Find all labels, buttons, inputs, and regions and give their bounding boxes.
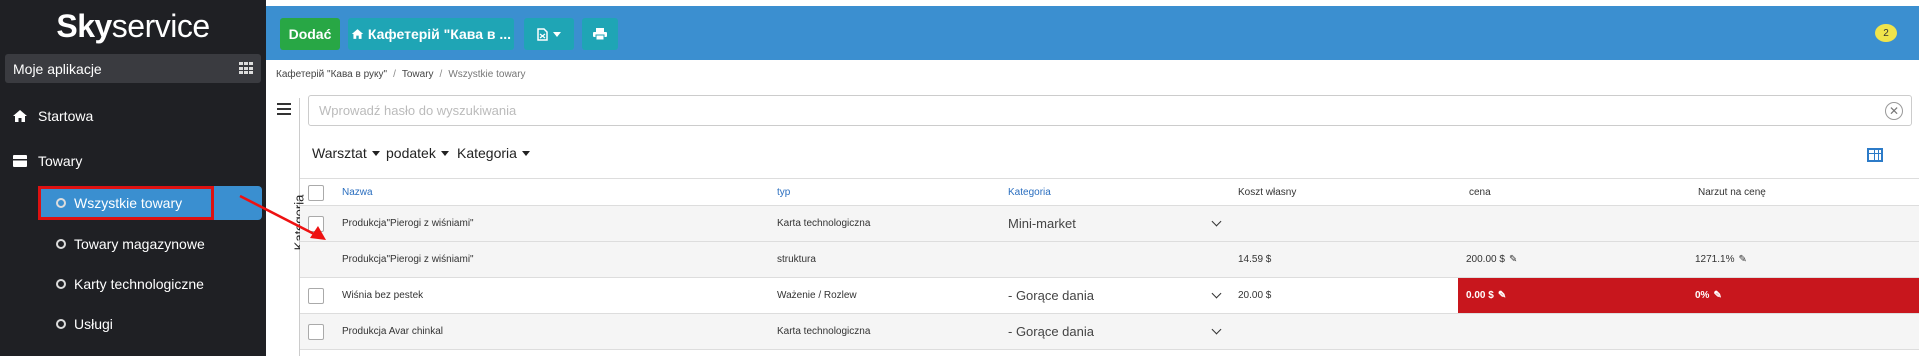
chevron-down-icon bbox=[1211, 288, 1222, 299]
file-export-icon bbox=[537, 27, 548, 41]
my-apps-button[interactable]: Moje aplikacje bbox=[5, 54, 261, 83]
table-row[interactable]: Wiśnia bez pestek Ważenie / Rozlew - Gor… bbox=[300, 278, 1919, 314]
chevron-down-icon bbox=[521, 150, 530, 156]
annotation-highlight-box bbox=[38, 186, 214, 220]
category-select[interactable]: - Gorące dania bbox=[1008, 314, 1094, 349]
sidebar-item-label: Towary bbox=[38, 153, 83, 169]
clear-icon[interactable]: ✕ bbox=[1885, 102, 1903, 120]
grid-icon bbox=[239, 62, 253, 75]
store-label: Кафетерій "Кава в ... bbox=[367, 26, 512, 42]
sidebar-subitem-uslugi[interactable]: Usługi bbox=[56, 316, 113, 332]
column-header-koszt[interactable]: Koszt własny bbox=[1238, 179, 1296, 205]
circle-icon bbox=[56, 239, 66, 249]
pencil-icon[interactable]: ✎ bbox=[1509, 254, 1517, 265]
breadcrumb-item[interactable]: Towary bbox=[402, 69, 434, 80]
table-row[interactable]: Produkcja"Pierogi z wiśniami" Karta tech… bbox=[300, 206, 1919, 242]
brand-logo[interactable]: Sky service bbox=[0, 0, 266, 52]
cell-name: Produkcja"Pierogi z wiśniami" bbox=[342, 254, 474, 265]
my-apps-label: Moje aplikacje bbox=[13, 60, 102, 77]
pencil-icon[interactable]: ✎ bbox=[1498, 290, 1506, 301]
cell-type: struktura bbox=[777, 254, 816, 265]
sidebar-subitem-label: Karty technologiczne bbox=[74, 276, 204, 292]
column-header-narzut[interactable]: Narzut na cenę bbox=[1698, 179, 1766, 205]
category-select[interactable]: Mini-market bbox=[1008, 206, 1076, 241]
breadcrumb-item[interactable]: Кафетерій "Кава в руку" bbox=[276, 69, 387, 80]
column-header-nazwa[interactable]: Nazwa bbox=[342, 179, 373, 205]
sidebar-subitem-label: Usługi bbox=[74, 316, 113, 332]
cell-price-alert[interactable]: 0.00 $ ✎ bbox=[1458, 278, 1687, 313]
filter-podatek[interactable]: podatek bbox=[386, 145, 449, 161]
breadcrumb-current: Wszystkie towary bbox=[448, 69, 526, 80]
cell-markup[interactable]: 1271.1% ✎ bbox=[1695, 242, 1747, 277]
cell-type: Karta technologiczna bbox=[777, 218, 871, 229]
column-header-kategoria[interactable]: Kategoria bbox=[1008, 179, 1051, 205]
pencil-icon[interactable]: ✎ bbox=[1713, 290, 1721, 301]
chevron-down-icon bbox=[1211, 216, 1222, 227]
sidebar-subitem-karty-technologiczne[interactable]: Karty technologiczne bbox=[56, 276, 204, 292]
cell-price[interactable]: 200.00 $ ✎ bbox=[1466, 242, 1517, 277]
circle-icon bbox=[56, 319, 66, 329]
cell-type: Karta technologiczna bbox=[777, 326, 871, 337]
cell-name: Wiśnia bez pestek bbox=[342, 290, 424, 301]
sidebar: Sky service Moje aplikacje bbox=[0, 0, 266, 356]
menu-icon[interactable] bbox=[277, 103, 291, 118]
column-header-cena[interactable]: cena bbox=[1469, 179, 1491, 205]
notifications-badge[interactable]: 2 bbox=[1875, 24, 1897, 42]
filter-kategoria[interactable]: Kategoria bbox=[457, 145, 530, 161]
chevron-down-icon bbox=[440, 150, 449, 156]
topbar: Dodać Кафетерій "Кава в ... 2 bbox=[266, 6, 1919, 60]
select-all-checkbox[interactable] bbox=[308, 185, 324, 201]
sidebar-item-label: Startowa bbox=[38, 108, 94, 124]
row-checkbox[interactable] bbox=[308, 216, 324, 232]
print-button[interactable] bbox=[582, 18, 618, 50]
print-icon bbox=[593, 28, 607, 40]
search-box: ✕ bbox=[308, 95, 1912, 126]
sidebar-subitem-towary-magazynowe[interactable]: Towary magazynowe bbox=[56, 236, 205, 252]
chevron-down-icon bbox=[1211, 324, 1222, 335]
sidebar-item-towary[interactable]: Towary bbox=[12, 151, 82, 171]
cell-cost: 14.59 $ bbox=[1238, 254, 1272, 265]
cell-markup-alert[interactable]: 0% ✎ bbox=[1687, 278, 1919, 313]
home-icon bbox=[351, 29, 364, 39]
pencil-icon[interactable]: ✎ bbox=[1738, 254, 1746, 265]
cell-type: Ważenie / Rozlew bbox=[777, 290, 857, 301]
filter-warsztat[interactable]: Warsztat bbox=[312, 145, 380, 161]
table-row[interactable]: Produkcja"Pierogi z wiśniami" struktura … bbox=[300, 242, 1919, 278]
search-input[interactable] bbox=[319, 103, 1819, 118]
row-checkbox[interactable] bbox=[308, 288, 324, 304]
cell-name: Produkcja"Pierogi z wiśniami" bbox=[342, 218, 474, 229]
export-button[interactable] bbox=[524, 18, 574, 50]
home-icon bbox=[13, 110, 27, 122]
breadcrumb: Кафетерій "Кава в руку" / Towary / Wszystkie… bbox=[276, 69, 526, 80]
column-header-typ[interactable]: typ bbox=[777, 179, 790, 205]
category-select[interactable]: - Gorące dania bbox=[1008, 278, 1094, 313]
store-select-button[interactable]: Кафетерій "Кава в ... bbox=[348, 18, 514, 50]
cell-name: Produkcja Avar chinkal bbox=[342, 326, 443, 337]
table-header-row: Nazwa typ Kategoria Koszt własny cena Na… bbox=[300, 178, 1919, 206]
cell-cost: 20.00 $ bbox=[1238, 290, 1272, 301]
table-row[interactable]: Produkcja Avar chinkal Karta technologic… bbox=[300, 314, 1919, 350]
table-settings-icon[interactable] bbox=[1867, 148, 1883, 162]
chevron-down-icon bbox=[371, 150, 380, 156]
box-icon bbox=[13, 155, 27, 167]
sidebar-item-startowa[interactable]: Startowa bbox=[12, 106, 93, 126]
add-button[interactable]: Dodać bbox=[280, 18, 340, 50]
sidebar-subitem-label: Towary magazynowe bbox=[74, 236, 205, 252]
row-checkbox[interactable] bbox=[308, 324, 324, 340]
chevron-down-icon bbox=[553, 31, 561, 37]
circle-icon bbox=[56, 279, 66, 289]
